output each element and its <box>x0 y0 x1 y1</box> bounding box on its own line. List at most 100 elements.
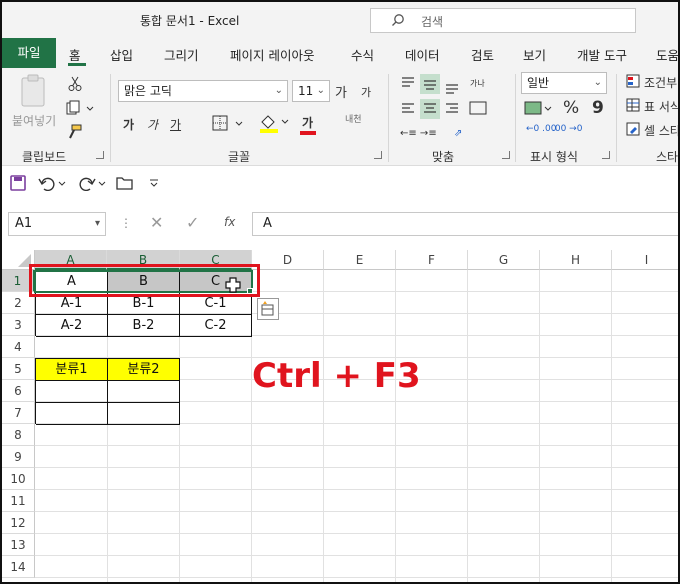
cell-cursor-icon <box>225 277 241 293</box>
font-name-select[interactable]: 맑은 고딕 ⌄ <box>118 80 288 102</box>
number-launcher-icon[interactable] <box>602 151 610 159</box>
svg-text:⇗: ⇗ <box>454 128 462 139</box>
tab-formulas[interactable]: 수식 <box>351 45 374 64</box>
cell-a7[interactable] <box>36 403 108 425</box>
column-header-g[interactable]: G <box>468 250 540 270</box>
paste-button[interactable]: 붙여넣기 <box>12 72 56 132</box>
row-header-9[interactable]: 9 <box>2 446 35 468</box>
border-icon[interactable] <box>212 114 246 132</box>
cell-b3[interactable]: B-2 <box>108 315 180 337</box>
cancel-icon[interactable]: ✕ <box>150 213 163 232</box>
row-header-6[interactable]: 6 <box>2 380 35 402</box>
cell-a3[interactable]: A-2 <box>36 315 108 337</box>
cell-a6[interactable] <box>36 381 108 403</box>
redo-icon[interactable] <box>78 175 108 191</box>
chevron-down-icon: ⌄ <box>274 85 283 96</box>
tab-developer[interactable]: 개발 도구 <box>577 45 627 64</box>
tab-file[interactable]: 파일 <box>2 38 56 68</box>
table-format-button[interactable]: 표 서식 <box>644 98 678 115</box>
column-header-f[interactable]: F <box>396 250 468 270</box>
worksheet-grid[interactable]: A B C D E F G H I 1 2 3 4 5 6 7 8 9 10 1… <box>2 250 678 582</box>
folder-icon[interactable] <box>116 175 134 191</box>
format-painter-icon[interactable] <box>66 124 82 140</box>
row-header-11[interactable]: 11 <box>2 490 35 512</box>
table-format-icon <box>626 98 640 112</box>
formula-bar: A1 ▾ ⋮ ✕ ✓ fx A <box>2 200 678 250</box>
svg-text:가나: 가나 <box>470 79 485 88</box>
alignment-controls[interactable]: 가나 ←≡ →≡ ⇗ <box>398 74 506 144</box>
number-format-select[interactable]: 일반 ⌄ <box>521 72 607 94</box>
bold-button[interactable]: 가 <box>123 116 134 133</box>
tab-help[interactable]: 도움 <box>656 45 678 64</box>
currency-icon[interactable] <box>524 98 554 118</box>
font-color-button[interactable]: 가 <box>302 114 313 131</box>
font-size-select[interactable]: 11 ⌄ <box>292 80 330 102</box>
font-launcher-icon[interactable] <box>374 151 382 159</box>
row-header-8[interactable]: 8 <box>2 424 35 446</box>
row-header-10[interactable]: 10 <box>2 468 35 490</box>
save-icon[interactable] <box>10 175 26 191</box>
column-header-e[interactable]: E <box>324 250 396 270</box>
formula-input[interactable]: A <box>252 212 678 236</box>
decrease-decimal-icon[interactable]: .00 →0 <box>552 124 582 134</box>
cell-b5[interactable]: 분류2 <box>108 359 180 381</box>
customize-qat-icon[interactable] <box>148 178 160 188</box>
ribbon: 붙여넣기 클립보드 맑은 고딕⌄ 11⌄ 가 가 가 가 가 가 내천 글꼴 <box>2 68 679 166</box>
search-box[interactable]: 검색 <box>370 8 636 33</box>
italic-button[interactable]: 가 <box>147 116 158 133</box>
cell-a5[interactable]: 분류1 <box>36 359 108 381</box>
row-header-12[interactable]: 12 <box>2 512 35 534</box>
tab-review[interactable]: 검토 <box>471 45 494 64</box>
column-header-i[interactable]: I <box>612 250 678 270</box>
row-header-13[interactable]: 13 <box>2 534 35 556</box>
tab-home[interactable]: 홈 <box>69 45 81 64</box>
name-box[interactable]: A1 ▾ <box>8 212 106 236</box>
cell-b6[interactable] <box>108 381 180 403</box>
group-label-clipboard: 클립보드 <box>22 150 67 164</box>
tab-data[interactable]: 데이터 <box>405 45 440 64</box>
column-header-d[interactable]: D <box>252 250 324 270</box>
ribbon-tabs: 파일 홈 삽입 그리기 페이지 레이아웃 수식 데이터 검토 보기 개발 도구 … <box>2 38 678 68</box>
clipboard-launcher-icon[interactable] <box>96 151 104 159</box>
cut-icon[interactable] <box>68 76 82 92</box>
fill-color-icon[interactable] <box>258 112 292 134</box>
quick-analysis-button[interactable] <box>257 298 279 320</box>
window-title: 통합 문서1 - Excel <box>140 14 240 28</box>
percent-button[interactable]: % <box>563 98 579 118</box>
copy-icon[interactable] <box>66 100 96 116</box>
row-header-14[interactable]: 14 <box>2 556 35 578</box>
tab-page-layout[interactable]: 페이지 레이아웃 <box>230 45 314 64</box>
cell-c3[interactable]: C-2 <box>180 315 252 337</box>
enter-check-icon[interactable]: ✓ <box>186 213 199 232</box>
active-tab-indicator <box>68 63 86 66</box>
group-label-styles: 스타 <box>656 150 679 164</box>
shrink-font-button[interactable]: 가 <box>361 84 371 100</box>
cell-b7[interactable] <box>108 403 180 425</box>
undo-icon[interactable] <box>38 175 68 191</box>
comma-button[interactable]: 9 <box>592 98 604 118</box>
cell-styles-button[interactable]: 셀 스타 <box>644 122 678 139</box>
quick-access-toolbar <box>2 166 678 200</box>
group-label-font: 글꼴 <box>228 150 251 164</box>
quick-analysis-icon <box>261 301 274 316</box>
tab-insert[interactable]: 삽입 <box>110 45 133 64</box>
tab-draw[interactable]: 그리기 <box>164 45 199 64</box>
row-header-7[interactable]: 7 <box>2 402 35 424</box>
conditional-format-button[interactable]: 조건부 <box>644 74 677 91</box>
tab-view[interactable]: 보기 <box>523 45 546 64</box>
row-header-3[interactable]: 3 <box>2 314 35 336</box>
excel-window: 통합 문서1 - Excel 검색 파일 홈 삽입 그리기 페이지 레이아웃 수… <box>0 0 680 584</box>
alignment-launcher-icon[interactable] <box>502 151 510 159</box>
column-header-h[interactable]: H <box>540 250 612 270</box>
insert-function-button[interactable]: fx <box>224 215 235 229</box>
title-bar: 통합 문서1 - Excel 검색 <box>2 2 678 38</box>
row-header-4[interactable]: 4 <box>2 336 35 358</box>
row-header-5[interactable]: 5 <box>2 358 35 380</box>
chevron-down-icon: ⌄ <box>316 85 325 96</box>
shortcut-annotation: Ctrl + F3 <box>252 356 421 396</box>
clipboard-icon <box>21 74 45 107</box>
grow-font-button[interactable]: 가 <box>335 82 347 101</box>
phonetic-button[interactable]: 내천 <box>345 112 362 125</box>
underline-button[interactable]: 가 <box>170 116 181 133</box>
svg-text:←≡ →≡: ←≡ →≡ <box>400 128 437 139</box>
